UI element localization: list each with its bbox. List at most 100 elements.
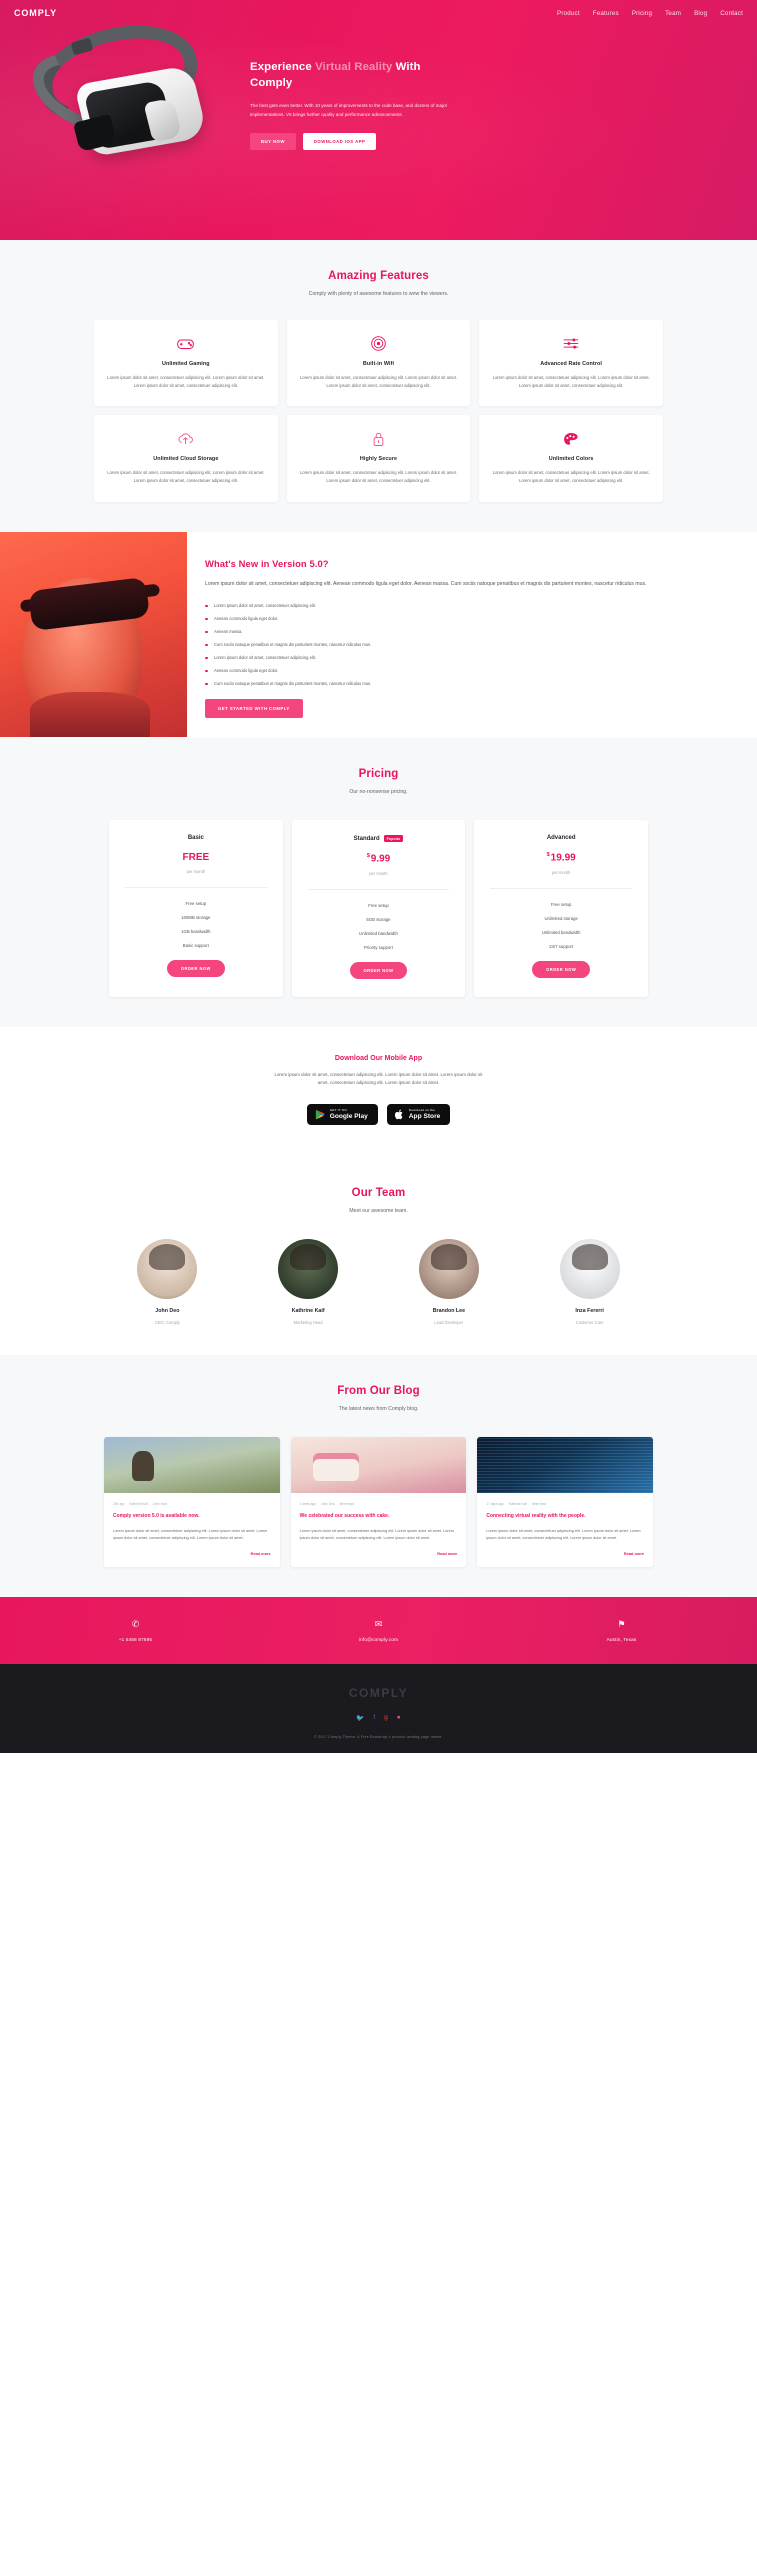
google-plus-icon[interactable]: g	[384, 1714, 388, 1722]
post-thumbnail	[104, 1437, 280, 1494]
member-name: John Deo	[155, 1308, 180, 1315]
dribbble-icon[interactable]: ●	[397, 1714, 401, 1722]
read-more-link[interactable]: Read more	[300, 1551, 457, 1556]
post-author: Kathrine Kaif	[508, 1502, 527, 1507]
feature-description: Lorem ipsum dolor sit amet, consectetuer…	[299, 470, 458, 484]
plan-name: Advanced	[546, 835, 576, 842]
plan-price: 19.99	[550, 852, 576, 864]
post-meta: 23h ago Kathrine Kaif 2min read	[113, 1502, 271, 1506]
plan-feature: Basic support	[182, 943, 209, 949]
contact-phone-text: +1 5456 87595	[118, 1636, 153, 1642]
list-item: Cum sociis natoque penatibus et magnis d…	[205, 642, 741, 649]
plan-feature: 5GB storage	[366, 916, 391, 922]
plan-period: per month	[369, 870, 388, 876]
main-navigation: COMPLY Product Features Pricing Team Blo…	[0, 0, 757, 18]
pricing-subtitle: Our no-nonsense pricing.	[349, 789, 408, 796]
plan-name: Basic	[187, 835, 204, 842]
read-more-link[interactable]: Read more	[113, 1551, 271, 1556]
plan-name: Standard	[353, 835, 380, 842]
list-item: Aenean massa.	[205, 629, 741, 636]
plan-feature: Unlimited bandwidth	[359, 930, 398, 936]
lock-icon	[299, 429, 459, 449]
blog-section: From Our Blog The latest news from Compl…	[0, 1355, 757, 1597]
order-now-button[interactable]: ORDER NOW	[532, 960, 591, 978]
hero-title-part1: Experience	[250, 61, 316, 73]
blog-post-card[interactable]: 17 days ago Kathrine Kaif 8min read Conn…	[477, 1437, 653, 1567]
download-ios-app-button[interactable]: DOWNLOAD IOS APP	[302, 133, 377, 151]
post-title[interactable]: Connecting virtual reality with the peop…	[486, 1513, 644, 1521]
plan-feature: Free setup	[185, 901, 207, 907]
divider	[307, 888, 450, 890]
post-title[interactable]: We celebrated our success with cake.	[300, 1513, 458, 1521]
hero-paragraph: The best gets even better. With 10 years…	[250, 103, 448, 118]
plan-feature: 24/7 support	[549, 943, 574, 949]
post-excerpt: Lorem ipsum dolor sit amet, consectetuer…	[486, 1528, 641, 1540]
nav-item-features[interactable]: Features	[593, 10, 619, 17]
feature-name: Built-in Wifi	[362, 360, 395, 367]
team-member: Brandon Lee Lead Developer	[386, 1239, 513, 1325]
pricing-card-standard: Standard Popular $9.99 per month Free se…	[291, 820, 466, 997]
blog-post-card[interactable]: 23h ago Kathrine Kaif 2min read Comply v…	[104, 1437, 280, 1567]
member-name: Kathrine Kaif	[291, 1308, 325, 1315]
pricing-section: Pricing Our no-nonsense pricing. Basic F…	[0, 738, 757, 1027]
hero-title: Experience Virtual Reality With Comply	[250, 60, 465, 91]
hero-buttons: BUY NOW DOWNLOAD IOS APP	[250, 133, 550, 151]
features-section: Amazing Features Comply with plenty of a…	[0, 240, 757, 532]
plan-features: Free setup Unlimited storage Unlimited b…	[484, 902, 638, 949]
nav-item-team[interactable]: Team	[665, 10, 681, 17]
nav-item-blog[interactable]: Blog	[694, 10, 707, 17]
team-member: Inza Fererri Customer Care	[526, 1239, 653, 1325]
pricing-title: Pricing	[358, 768, 399, 781]
buy-now-button[interactable]: BUY NOW	[250, 133, 296, 151]
order-now-button[interactable]: ORDER NOW	[349, 961, 408, 979]
facebook-icon[interactable]: f	[373, 1714, 375, 1722]
social-links: 🐦 f g ●	[14, 1714, 743, 1722]
whats-new-section: What's New in Version 5.0? Lorem ipsum d…	[0, 531, 757, 739]
plan-period: per month	[551, 869, 571, 875]
pricing-card-basic: Basic FREE per month Free setup 100MB st…	[109, 820, 283, 997]
hero-title-highlight: Virtual Reality	[315, 61, 393, 73]
nav-item-contact[interactable]: Contact	[720, 10, 743, 17]
post-excerpt: Lorem ipsum dolor sit amet, consectetuer…	[113, 1528, 268, 1540]
read-more-link[interactable]: Read more	[486, 1551, 644, 1556]
hero-illustration	[0, 11, 250, 218]
nav-item-product[interactable]: Product	[557, 10, 580, 17]
plan-price: 9.99	[370, 853, 391, 865]
feature-description: Lorem ipsum dolor sit amet, consectetuer…	[299, 374, 458, 389]
avatar	[137, 1239, 198, 1300]
app-description: Lorem ipsum dolor sit amet, consectetuer…	[274, 1071, 483, 1086]
post-thumbnail	[477, 1437, 653, 1494]
divider	[125, 887, 267, 889]
avatar	[418, 1239, 479, 1300]
get-started-button[interactable]: GET STARTED WITH COMPLY	[205, 699, 303, 719]
contact-location[interactable]: ⚑ Austin, Texas	[500, 1619, 743, 1642]
twitter-icon[interactable]: 🐦	[356, 1714, 364, 1722]
contact-phone[interactable]: ✆ +1 5456 87595	[14, 1619, 257, 1642]
feature-card: Advanced Rate Control Lorem ipsum dolor …	[479, 319, 663, 407]
site-logo[interactable]: COMPLY	[14, 8, 57, 18]
features-grid: Unlimited Gaming Lorem ipsum dolor sit a…	[94, 319, 663, 502]
feature-card: Built-in Wifi Lorem ipsum dolor sit amet…	[286, 319, 471, 407]
blog-subtitle: The latest news from Comply blog.	[338, 1406, 419, 1413]
features-title: Amazing Features	[328, 270, 429, 282]
envelope-icon: ✉	[374, 1618, 383, 1629]
app-store-button[interactable]: Download on the App Store	[386, 1104, 451, 1126]
post-time: 1 week ago	[299, 1502, 316, 1507]
google-play-button[interactable]: GET IT ON Google Play	[306, 1104, 378, 1126]
plan-period: per month	[186, 869, 206, 875]
member-role: Lead Developer	[434, 1320, 464, 1326]
team-member: John Deo CEO, Comply	[104, 1239, 231, 1325]
post-readtime: 2min read	[152, 1502, 167, 1507]
store-badges: GET IT ON Google Play Download on the Ap…	[14, 1104, 743, 1126]
order-now-button[interactable]: ORDER NOW	[166, 960, 225, 978]
feature-name: Unlimited Cloud Storage	[153, 456, 219, 463]
google-play-icon	[315, 1109, 325, 1120]
nav-item-pricing[interactable]: Pricing	[632, 10, 652, 17]
contact-email[interactable]: ✉ info@comply.com	[257, 1619, 500, 1642]
list-item: Lorem ipsum dolor sit amet, consectetuer…	[205, 603, 741, 610]
whats-new-paragraph: Lorem ipsum dolor sit amet, consectetuer…	[205, 580, 647, 587]
post-title[interactable]: Comply version 5.0 is available now.	[113, 1513, 271, 1521]
mobile-app-section: Download Our Mobile App Lorem ipsum dolo…	[0, 1026, 757, 1158]
copyright-text: © 2017 Comply Theme. A Free Bootstrap 4 …	[314, 1734, 443, 1739]
blog-post-card[interactable]: 1 week ago John Deo 5min read We celebra…	[290, 1437, 467, 1567]
